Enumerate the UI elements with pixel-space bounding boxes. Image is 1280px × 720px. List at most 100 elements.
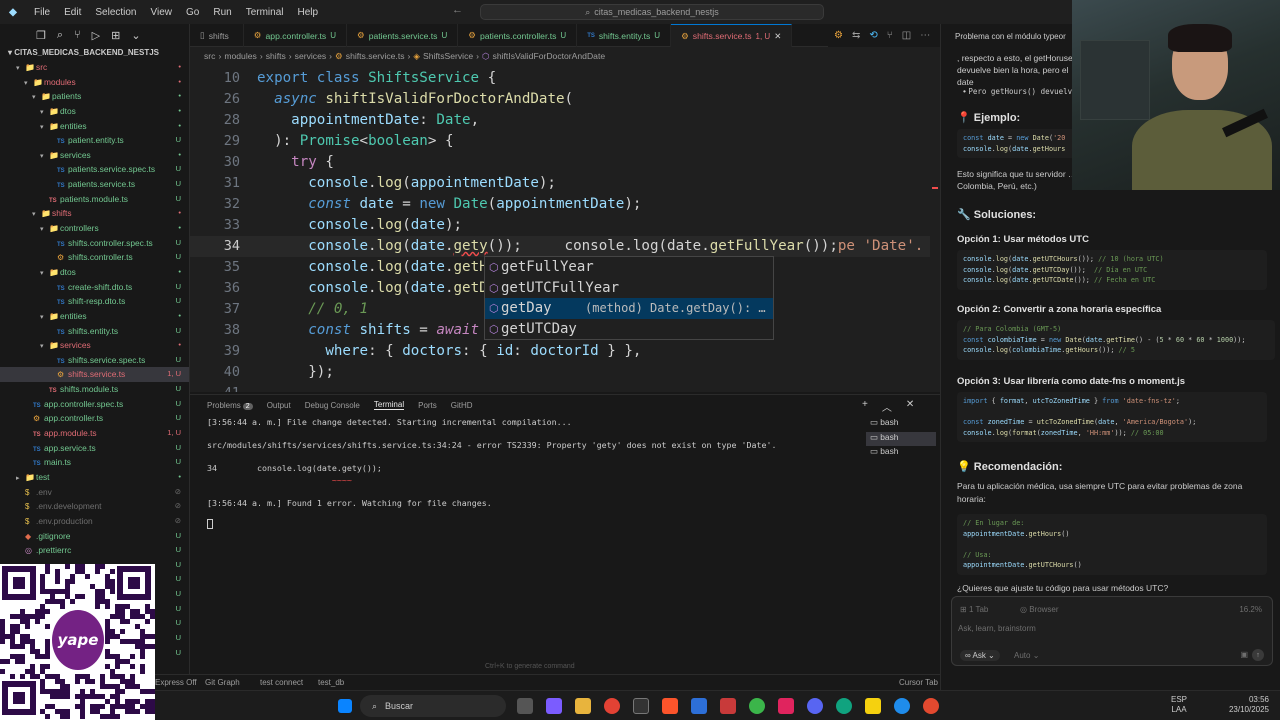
menu-file[interactable]: File	[34, 7, 50, 18]
extensions-icon[interactable]: ⊞	[111, 29, 120, 42]
file-item[interactable]: TS patients.module.ts U	[0, 192, 189, 207]
file-item[interactable]: TS patients.service.spec.ts U	[0, 162, 189, 177]
folder-item[interactable]: ▾ 📁patients •	[0, 89, 189, 104]
split-editor-icon[interactable]: ◫	[902, 30, 911, 41]
close-panel-icon[interactable]: ✕	[906, 399, 914, 414]
compare-icon[interactable]: ⇆	[852, 30, 860, 41]
file-item[interactable]: TS shifts.controller.spec.ts U	[0, 236, 189, 251]
context-chip-browser[interactable]: ◎ Browser	[1020, 605, 1059, 614]
status-express[interactable]: Express Off	[155, 678, 197, 687]
git-icon[interactable]: ⑂	[887, 30, 893, 41]
terminal-output[interactable]: [3:56:44 a. m.] File change detected. St…	[207, 417, 847, 509]
tab-githd[interactable]: GitHD	[451, 401, 473, 410]
menu-view[interactable]: View	[151, 7, 173, 18]
context-chip-tab[interactable]: ⊞ 1 Tab	[960, 605, 988, 614]
taskbar-search[interactable]: ⌕ Buscar	[360, 695, 506, 717]
file-item[interactable]: $ .env.production ⊘	[0, 514, 189, 529]
whatsapp-icon[interactable]	[749, 698, 765, 714]
breadcrumb-src[interactable]: src	[204, 51, 215, 61]
chrome-icon[interactable]	[604, 698, 620, 714]
chatgpt-icon[interactable]	[836, 698, 852, 714]
minimap[interactable]	[930, 65, 940, 392]
menu-go[interactable]: Go	[186, 7, 199, 18]
menu-help[interactable]: Help	[298, 7, 319, 18]
folder-item[interactable]: ▾ 📁modules •	[0, 75, 189, 90]
close-icon[interactable]: ✕	[774, 31, 781, 42]
folder-item[interactable]: ▾ 📁entities •	[0, 309, 189, 324]
file-item[interactable]: TS app.controller.spec.ts U	[0, 397, 189, 412]
editor-tab[interactable]: ⚙ patients.controller.ts U	[458, 24, 578, 47]
breadcrumb-services[interactable]: services	[295, 51, 327, 61]
editor-tab[interactable]: TS shifts.entity.ts U	[577, 24, 672, 47]
chat-input-box[interactable]: ⊞ 1 Tab ◎ Browser 16.2% Ask, learn, brai…	[951, 596, 1273, 666]
back-arrow-icon[interactable]: ←	[452, 4, 463, 16]
add-terminal-icon[interactable]: +	[862, 399, 868, 414]
file-item[interactable]: TS app.module.ts 1, U	[0, 426, 189, 441]
file-item[interactable]: TS shifts.entity.ts U	[0, 324, 189, 339]
editor-tab[interactable]: ⚙ app.controller.ts U	[244, 24, 347, 47]
tab-debug-console[interactable]: Debug Console	[305, 401, 360, 410]
folder-item[interactable]: ▾ 📁dtos •	[0, 104, 189, 119]
maximize-panel-icon[interactable]: ︿	[882, 399, 892, 414]
file-item[interactable]: TS main.ts U	[0, 455, 189, 470]
file-explorer-icon[interactable]	[575, 698, 591, 714]
file-item[interactable]: ⚙ shifts.service.ts 1, U	[0, 367, 189, 383]
file-item[interactable]: ◎ .prettierrc U	[0, 543, 189, 558]
file-item[interactable]: TS create-shift.dto.ts U	[0, 280, 189, 295]
editor-tab[interactable]: ⚙ patients.service.ts U	[347, 24, 459, 47]
suggestion-item[interactable]: ⬡ getFullYear	[485, 257, 773, 278]
file-item[interactable]: TS patient.entity.ts U	[0, 133, 189, 148]
status-git-graph[interactable]: Git Graph	[205, 678, 240, 687]
file-item[interactable]: TS shift-resp.dto.ts U	[0, 294, 189, 309]
folder-item[interactable]: ▾ 📁dtos •	[0, 265, 189, 280]
file-item[interactable]: TS app.service.ts U	[0, 441, 189, 456]
send-icon[interactable]: ↑	[1252, 649, 1264, 661]
breadcrumb-class[interactable]: ShiftsService	[423, 51, 473, 61]
menu-edit[interactable]: Edit	[64, 7, 81, 18]
folder-item[interactable]: ▸ 📁test •	[0, 470, 189, 485]
terminal-instance[interactable]: ▭ bash	[866, 417, 936, 432]
model-selector[interactable]: Auto ⌄	[1014, 651, 1039, 660]
breadcrumb-file[interactable]: shifts.service.ts	[346, 51, 405, 61]
more-icon[interactable]: ⌄	[131, 29, 140, 42]
status-cursor-tab[interactable]: Cursor Tab	[899, 678, 938, 687]
code-editor[interactable]: 10 export class ShiftsService { 26 async …	[190, 65, 940, 392]
menu-terminal[interactable]: Terminal	[246, 7, 284, 18]
language-indicator[interactable]: ESP LAA	[1171, 695, 1187, 715]
editor-tab[interactable]: ⚙ shifts.service.ts 1, U ✕	[671, 24, 793, 47]
vscode-icon[interactable]	[691, 698, 707, 714]
file-item[interactable]: ◆ .gitignore U	[0, 529, 189, 544]
tab-problems[interactable]: Problems 2	[207, 401, 253, 410]
settings-icon[interactable]: ⚙	[834, 30, 843, 41]
files-icon[interactable]: ❐	[36, 29, 46, 42]
menu-selection[interactable]: Selection	[95, 7, 136, 18]
image-attach-icon[interactable]: ▣	[1240, 650, 1248, 659]
run-debug-icon[interactable]: ▷	[92, 29, 100, 42]
telegram-icon[interactable]	[894, 698, 910, 714]
tab-terminal[interactable]: Terminal	[373, 400, 405, 410]
mode-selector[interactable]: ∞ Ask ⌄	[960, 650, 1000, 661]
discord-icon[interactable]	[807, 698, 823, 714]
folder-item[interactable]: ▾ 📁controllers •	[0, 221, 189, 236]
sync-icon[interactable]: ⟲	[869, 30, 877, 41]
clock[interactable]: 03:56 23/10/2025	[1217, 695, 1269, 715]
suggestion-item[interactable]: ⬡ getDay (method) Date.getDay(): …	[485, 298, 773, 320]
breadcrumb-method[interactable]: shiftIsValidForDoctorAndDate	[493, 51, 606, 61]
brave-icon[interactable]	[662, 698, 678, 714]
app-icon-tf[interactable]	[720, 698, 736, 714]
windows-start-icon[interactable]	[338, 699, 352, 713]
breadcrumb-modules[interactable]: modules	[224, 51, 256, 61]
suggestion-item[interactable]: ⬡ getUTCFullYear	[485, 278, 773, 299]
search-sidebar-icon[interactable]: ⌕	[57, 29, 63, 42]
more-actions-icon[interactable]: ⋯	[920, 30, 930, 41]
file-item[interactable]: $ .env ⊘	[0, 485, 189, 500]
terminal-instance[interactable]: ▭ bash	[866, 431, 936, 446]
task-view-icon[interactable]	[517, 698, 533, 714]
folder-item[interactable]: ▾ 📁shifts •	[0, 206, 189, 221]
command-center-search[interactable]: ⌕ citas_medicas_backend_nestjs	[480, 4, 824, 20]
status-test-connect[interactable]: test connect	[260, 678, 303, 687]
tab-output[interactable]: Output	[267, 401, 291, 410]
folder-item[interactable]: ▾ 📁entities •	[0, 119, 189, 134]
editor-tab[interactable]: ▯ shifts	[190, 24, 244, 47]
recorder-icon[interactable]	[923, 698, 939, 714]
